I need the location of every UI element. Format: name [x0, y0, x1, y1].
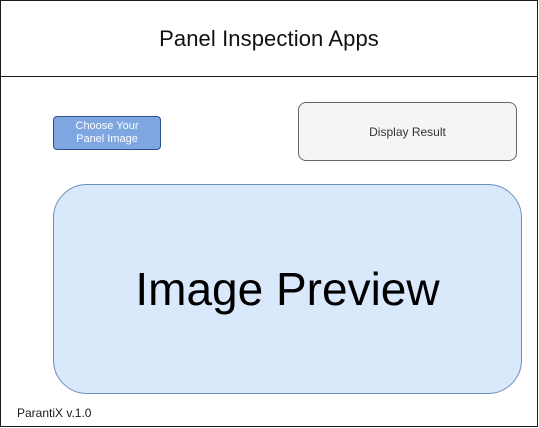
image-preview-panel: Image Preview: [53, 184, 522, 394]
image-preview-label: Image Preview: [135, 263, 440, 315]
display-result-button-label: Display Result: [369, 124, 446, 139]
app-title: Panel Inspection Apps: [159, 25, 379, 51]
version-label: ParantiX v.1.0: [17, 406, 92, 420]
app-window: Panel Inspection Apps Choose Your Panel …: [0, 0, 538, 427]
choose-image-button[interactable]: Choose Your Panel Image: [53, 116, 161, 150]
title-bar: Panel Inspection Apps: [1, 1, 537, 77]
display-result-button[interactable]: Display Result: [298, 102, 517, 161]
choose-image-button-label: Choose Your Panel Image: [75, 120, 139, 145]
